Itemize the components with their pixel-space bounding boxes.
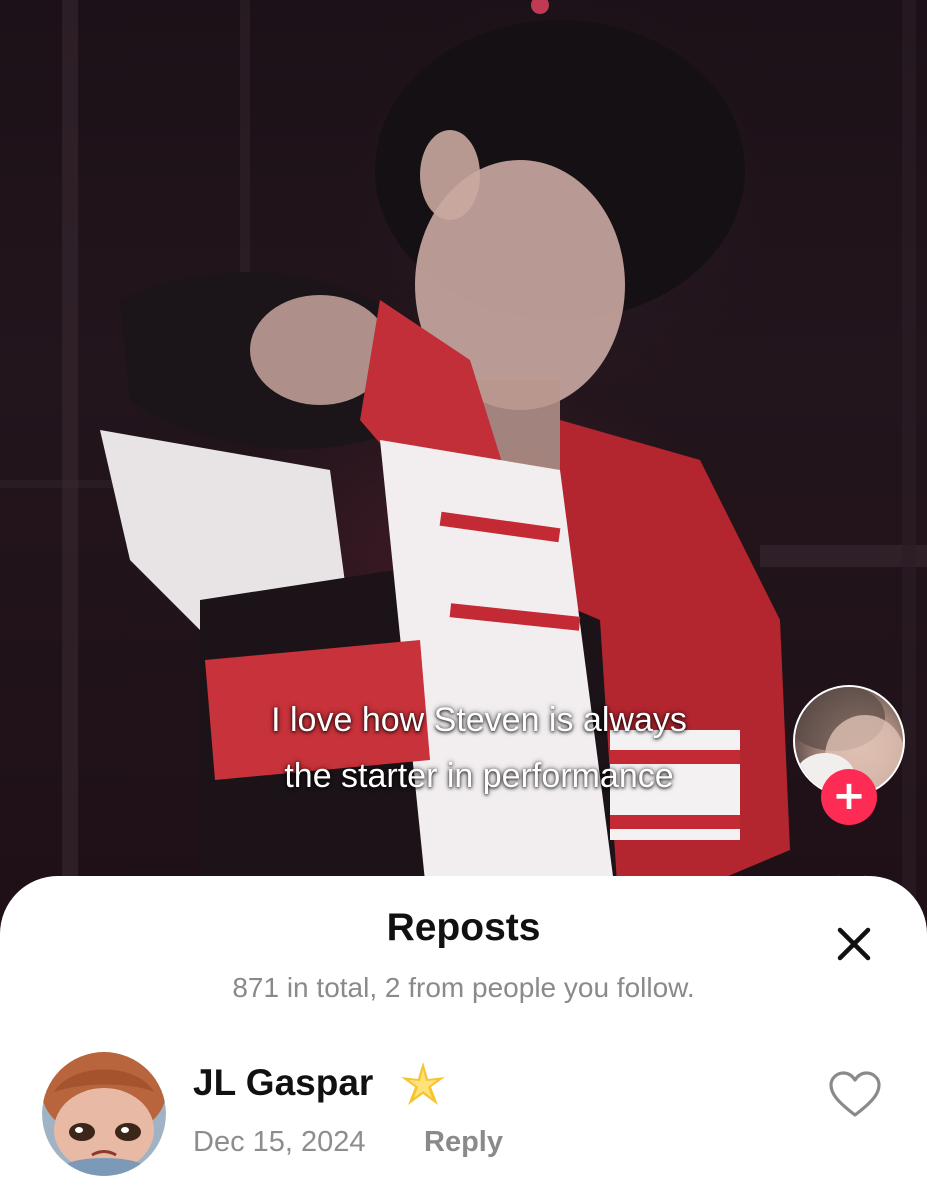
repost-date: Dec 15, 2024 bbox=[193, 1126, 366, 1158]
reply-button[interactable]: Reply bbox=[424, 1126, 503, 1159]
list-item[interactable]: JL Gaspar Dec 15, 2024 Reply bbox=[0, 1046, 927, 1200]
video-caption-line-2: the starter in performance bbox=[284, 757, 674, 795]
repost-user-name[interactable]: JL Gaspar bbox=[193, 1062, 373, 1104]
like-button[interactable] bbox=[828, 1070, 882, 1120]
video-player[interactable]: I love how Steven is always the starter … bbox=[0, 0, 927, 930]
follow-plus-button[interactable]: + bbox=[821, 769, 877, 825]
avatar[interactable] bbox=[42, 1052, 166, 1176]
sheet-title: Reposts bbox=[386, 906, 541, 949]
screen: I love how Steven is always the starter … bbox=[0, 0, 927, 1200]
close-icon bbox=[837, 927, 871, 961]
doll-avatar-icon bbox=[42, 1052, 166, 1176]
sparkle-star-icon bbox=[401, 1062, 445, 1105]
video-caption-line-1: I love how Steven is always bbox=[271, 701, 687, 739]
plus-icon: + bbox=[832, 773, 866, 819]
reposts-sheet: Reposts 871 in total, 2 from people you … bbox=[0, 876, 927, 1200]
repost-count-summary: 871 in total, 2 from people you follow. bbox=[232, 972, 695, 1003]
close-button[interactable] bbox=[830, 920, 878, 968]
heart-outline-icon bbox=[829, 1071, 881, 1117]
